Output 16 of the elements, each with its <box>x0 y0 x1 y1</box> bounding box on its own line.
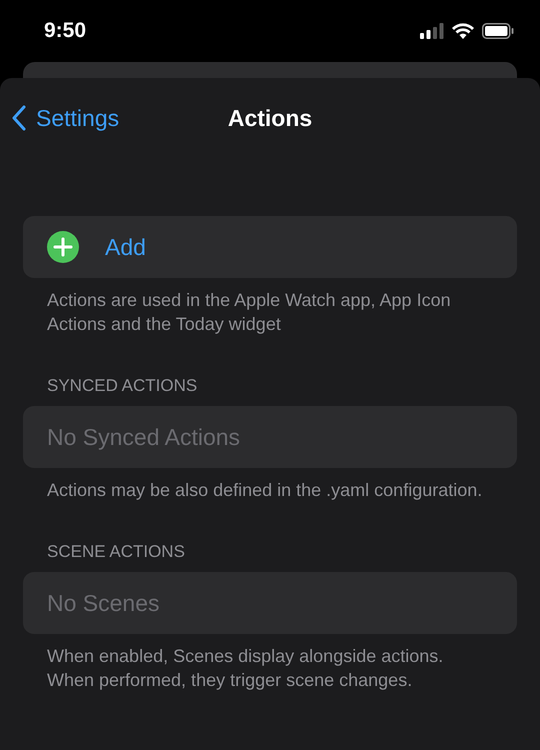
add-button[interactable]: Add <box>23 216 517 278</box>
empty-row: No Synced Actions <box>23 406 517 468</box>
section-footer: When enabled, Scenes display alongside actions. When performed, they trigger scene changes. <box>23 634 517 692</box>
status-time: 9:50 <box>44 19 86 43</box>
back-button[interactable]: Settings <box>0 104 120 132</box>
battery-icon <box>482 23 514 39</box>
section-footer: Actions are used in the Apple Watch app, App Icon Actions and the Today widget <box>23 278 517 336</box>
signal-icon <box>420 23 444 39</box>
wifi-icon <box>452 23 474 39</box>
section-header: SCENE ACTIONS <box>46 542 186 563</box>
chevron-left-icon <box>12 105 26 131</box>
empty-row: No Scenes <box>23 572 517 634</box>
add-icon <box>47 231 79 263</box>
section-header: SYNCED ACTIONS <box>46 376 198 397</box>
section-footer: Actions may be also defined in the .yaml configuration. <box>23 468 517 502</box>
nav-title: Actions <box>228 104 312 132</box>
